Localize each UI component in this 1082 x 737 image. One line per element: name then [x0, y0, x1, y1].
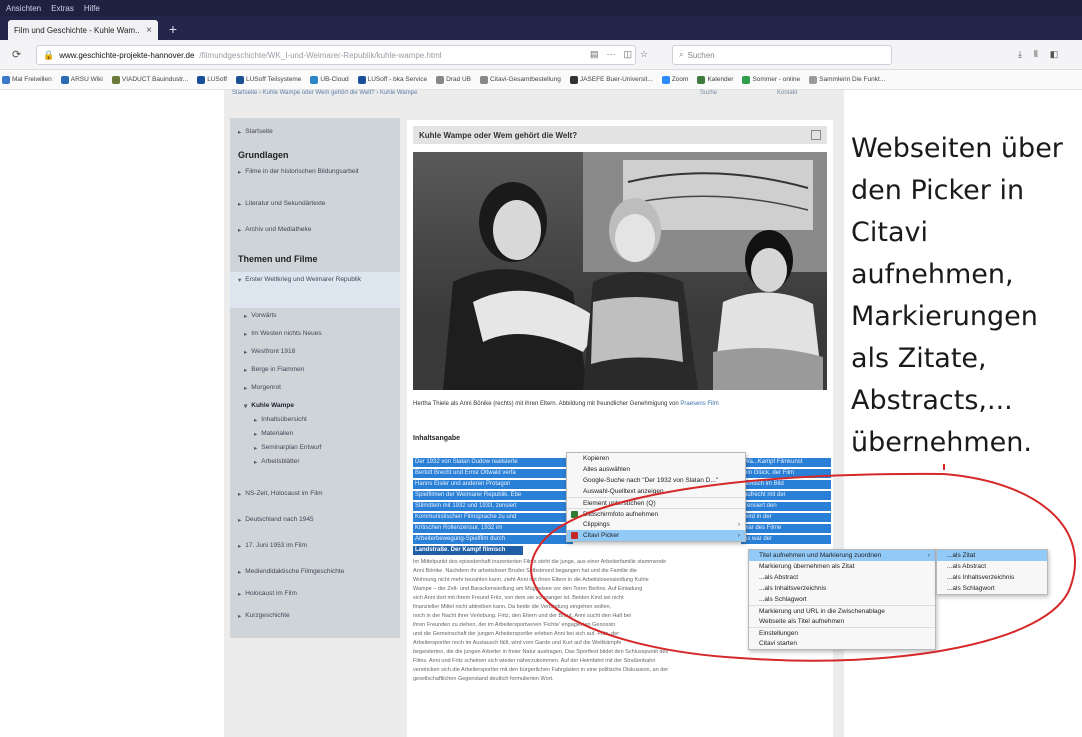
bookmark-favicon-icon [111, 75, 120, 84]
navigation-toolbar: ⟳ 🔒 www.geschichte-projekte-hannover.de … [0, 40, 1082, 70]
tab-close-icon[interactable]: × [146, 25, 152, 36]
bookmark-item[interactable]: VIADUCT Bauindustr... [111, 75, 189, 84]
pocket-icon[interactable]: ◫ [624, 49, 633, 60]
bookmarks-toolbar: Mal Freiwillen ARSU Wiki VIADUCT Bauindust… [0, 70, 1082, 90]
bookmark-label: ARSU Wiki [70, 76, 103, 83]
bookmark-label: LUSoff Teilsysteme [246, 76, 302, 83]
address-bar[interactable]: 🔒 www.geschichte-projekte-hannover.de /f… [36, 45, 636, 65]
annotation-line: Abstracts,... [851, 385, 1013, 416]
bookmark-label: Drad UB [446, 76, 472, 83]
bookmark-item[interactable]: Zoom [661, 75, 689, 84]
bookmark-item[interactable]: JASEFE Buer-Universit... [569, 75, 653, 84]
bookmark-item[interactable]: UB-Cloud [310, 75, 349, 84]
site-info-icon[interactable]: 🔒 [43, 50, 54, 61]
url-path: /filmundgeschichte/WK_I-und-Weimarer-Rep… [199, 50, 442, 60]
annotation-text: Webseiten über den Picker in Citavi aufnehm… [851, 128, 1079, 464]
search-placeholder: Suchen [687, 50, 715, 60]
bookmark-label: Zoom [671, 76, 689, 83]
bookmark-label: JASEFE Buer-Universit... [579, 76, 653, 83]
url-actions: ▤ ⋯ ◫ ☆ [590, 49, 648, 60]
bookmark-favicon-icon [236, 75, 244, 84]
bookmark-favicon-icon [809, 75, 818, 84]
bookmark-label: LUSoff - bka Service [367, 76, 428, 83]
bookmark-item[interactable]: Drad UB [436, 75, 472, 84]
toolbar-right: ⤓ ⫴ ◧ [1018, 49, 1058, 60]
bookmark-favicon-icon [197, 75, 206, 84]
bookmark-favicon-icon [697, 75, 706, 84]
bookmark-label: Sommer - online [752, 76, 801, 83]
bookmark-label: LUSoff [207, 76, 227, 83]
app-menubar: Ansichten Extras Hilfe [0, 0, 1082, 16]
bookmark-favicon-icon [60, 75, 69, 84]
bookmark-item[interactable]: LUSoff [197, 75, 227, 84]
menu-tools[interactable]: Extras [51, 4, 74, 13]
bookmark-item[interactable]: ARSU Wiki [60, 75, 103, 84]
bookmark-favicon-icon [742, 75, 751, 84]
bookmark-item[interactable]: Sammlerin Die Funkt... [809, 75, 886, 84]
page-actions-icon[interactable]: ⋯ [607, 49, 616, 60]
reload-icon[interactable]: ⟳ [12, 48, 21, 61]
bookmark-favicon-icon [357, 75, 366, 84]
tab-title: Film und Geschichte - Kuhle Wam... [14, 25, 141, 35]
menu-help[interactable]: Hilfe [84, 4, 100, 13]
bookmark-item[interactable]: Sommer - online [742, 75, 801, 84]
annotation-line: Citavi [851, 217, 928, 248]
bookmark-favicon-icon [310, 75, 319, 84]
search-icon: ⌕ [679, 50, 684, 59]
annotation-line: Webseiten über [851, 133, 1063, 164]
sidebar-icon[interactable]: ◧ [1050, 49, 1059, 60]
bookmark-item[interactable]: LUSoff Teilsysteme [236, 75, 302, 84]
bookmark-label: VIADUCT Bauindustr... [121, 76, 189, 83]
new-tab-button[interactable]: + [164, 20, 182, 38]
bookmark-label: UB-Cloud [320, 76, 349, 83]
bookmark-favicon-icon [2, 75, 10, 84]
screenshot-root: Ansichten Extras Hilfe Film und Geschich… [0, 0, 1082, 737]
bookmark-label: Citavi-Gesamtbestellung [490, 76, 561, 83]
bookmark-favicon-icon [569, 75, 578, 84]
bookmark-favicon-icon [661, 75, 670, 84]
bookmark-star-icon[interactable]: ☆ [640, 49, 648, 60]
download-icon[interactable]: ⤓ [1018, 49, 1022, 60]
bookmark-item[interactable]: Kalender [697, 75, 734, 84]
annotation-line: Markierungen [851, 301, 1038, 332]
bookmark-favicon-icon [480, 75, 489, 84]
tab-strip: Film und Geschichte - Kuhle Wam... × + [0, 16, 1082, 40]
reader-view-icon[interactable]: ▤ [590, 49, 599, 60]
bookmark-label: Mal Freiwillen [12, 76, 52, 83]
bookmark-item[interactable]: Citavi-Gesamtbestellung [480, 75, 561, 84]
library-icon[interactable]: ⫴ [1034, 49, 1038, 60]
menu-view[interactable]: Ansichten [6, 4, 41, 13]
bookmark-label: Kalender [707, 76, 734, 83]
bookmark-item[interactable]: LUSoff - bka Service [357, 75, 428, 84]
annotation-line: als Zitate, [851, 343, 987, 374]
annotation-line: aufnehmen, [851, 259, 1014, 290]
url-domain: www.geschichte-projekte-hannover.de [59, 50, 195, 60]
bookmark-label: Sammlerin Die Funkt... [819, 76, 886, 83]
tab-active[interactable]: Film und Geschichte - Kuhle Wam... × [8, 20, 158, 40]
search-box[interactable]: ⌕ Suchen [672, 45, 892, 65]
annotation-line: den Picker in [851, 175, 1025, 206]
annotation-line: übernehmen. [851, 427, 1032, 458]
bookmark-item[interactable]: Mal Freiwillen [2, 75, 52, 84]
bookmark-favicon-icon [436, 75, 445, 84]
